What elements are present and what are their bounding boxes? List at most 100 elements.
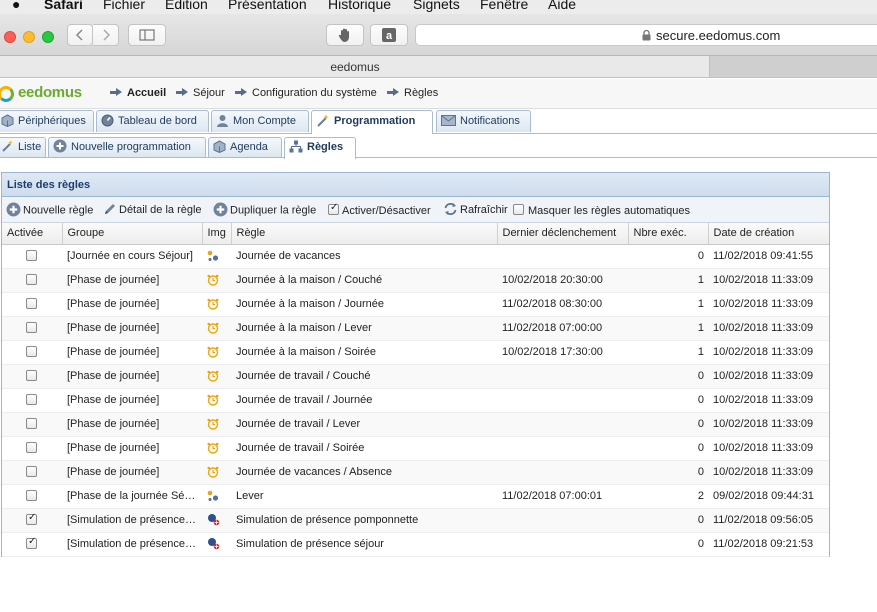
tab-tableau-de-bord[interactable]: Tableau de bord <box>96 110 209 132</box>
tab-programmation[interactable]: Programmation <box>311 110 433 134</box>
panel-title: Liste des règles <box>2 173 829 197</box>
tab-peripheriques[interactable]: Périphériques <box>0 110 94 132</box>
table-row[interactable]: [Phase de la journée Sé… Lever 11/02/2018 … <box>2 484 829 509</box>
menu-edition[interactable]: Edition <box>165 0 208 12</box>
subtab-liste[interactable]: Liste <box>0 137 46 157</box>
hide-auto-rules-toggle[interactable]: Masquer les règles automatiques <box>513 203 690 217</box>
duplicate-rule-button[interactable]: Dupliquer la règle <box>213 202 316 218</box>
img-cell <box>202 292 231 317</box>
menu-historique[interactable]: Historique <box>328 0 391 12</box>
active-checkbox[interactable] <box>26 394 37 405</box>
menu-fichier[interactable]: Fichier <box>103 0 145 12</box>
cubes-icon <box>1 114 14 127</box>
column-header-date-creation[interactable]: Date de création <box>708 223 829 245</box>
tab-notifications[interactable]: Notifications <box>436 110 531 132</box>
table-row[interactable]: [Phase de journée] Journée de travail / L… <box>2 412 829 437</box>
active-checkbox[interactable] <box>26 322 37 333</box>
menu-fenetre[interactable]: Fenêtre <box>480 0 528 12</box>
active-cell <box>2 268 62 293</box>
active-cell <box>2 364 62 389</box>
created-date-cell: 10/02/2018 11:33:09 <box>708 364 829 389</box>
active-checkbox[interactable] <box>26 442 37 453</box>
table-row[interactable]: [Phase de journée] Journée à la maison / … <box>2 268 829 293</box>
img-cell <box>202 388 231 413</box>
last-trigger-cell: 10/02/2018 20:30:00 <box>497 268 628 293</box>
table-row[interactable]: [Simulation de présence… Simulation de pr… <box>2 508 829 533</box>
img-cell <box>202 460 231 485</box>
rule-cell: Lever <box>231 484 497 509</box>
table-row[interactable]: [Phase de journée] Journée de travail / S… <box>2 436 829 461</box>
column-header-regle[interactable]: Règle <box>231 223 498 245</box>
group-cell: [Phase de journée] <box>62 316 202 341</box>
breadcrumb-regles[interactable]: Règles <box>387 87 438 99</box>
column-header-activee[interactable]: Activée <box>2 223 63 245</box>
breadcrumb-accueil[interactable]: Accueil <box>110 87 166 99</box>
activate-checkbox[interactable] <box>328 202 339 215</box>
subtab-agenda[interactable]: Agenda <box>208 137 282 157</box>
menu-signets[interactable]: Signets <box>413 0 460 12</box>
rule-detail-button[interactable]: Détail de la règle <box>103 203 202 217</box>
apple-icon[interactable]: ● <box>12 0 20 12</box>
menu-aide[interactable]: Aide <box>548 0 576 12</box>
macos-menubar: ● Safari Fichier Edition Présentation Hi… <box>0 0 877 14</box>
subtab-regles[interactable]: Règles <box>284 137 356 159</box>
active-checkbox[interactable] <box>26 274 37 285</box>
active-cell <box>2 340 62 365</box>
alarm-clock-icon <box>207 346 219 361</box>
active-checkbox[interactable] <box>26 370 37 381</box>
sidebar-toggle-button[interactable] <box>128 24 166 46</box>
exec-count-cell: 0 <box>628 364 708 389</box>
address-bar[interactable]: secure.eedomus.com <box>415 24 877 46</box>
minimize-window-button[interactable] <box>23 31 35 43</box>
subtab-nouvelle-programmation[interactable]: Nouvelle programmation <box>48 137 206 157</box>
new-rule-button[interactable]: Nouvelle règle <box>6 202 93 218</box>
hide-auto-checkbox[interactable] <box>513 204 524 215</box>
active-checkbox[interactable] <box>26 346 37 357</box>
menu-presentation[interactable]: Présentation <box>228 0 307 12</box>
table-row[interactable]: [Phase de journée] Journée de travail / J… <box>2 388 829 413</box>
browser-tab-title: eedomus <box>330 60 380 74</box>
table-row[interactable]: [Journée en cours Séjour] Journée de vaca… <box>2 244 829 269</box>
forward-button[interactable] <box>93 24 119 46</box>
active-cell <box>2 532 62 557</box>
last-trigger-cell <box>497 364 628 389</box>
active-checkbox[interactable] <box>26 490 37 501</box>
active-checkbox[interactable] <box>26 536 37 549</box>
table-row[interactable]: [Phase de journée] Journée de vacances / … <box>2 460 829 485</box>
table-row[interactable]: [Phase de journée] Journée à la maison / … <box>2 340 829 365</box>
column-header-groupe[interactable]: Groupe <box>62 223 203 245</box>
group-cell: [Simulation de présence… <box>62 508 202 533</box>
extension-button[interactable] <box>326 24 364 46</box>
column-header-nbre-exec[interactable]: Nbre exéc. <box>628 223 709 245</box>
column-header-img[interactable]: Img <box>202 223 232 245</box>
tab-mon-compte[interactable]: Mon Compte <box>211 110 309 132</box>
active-checkbox[interactable] <box>26 250 37 261</box>
close-window-button[interactable] <box>4 31 16 43</box>
amazon-extension-button[interactable]: a <box>370 24 408 46</box>
rule-cell: Journée de travail / Lever <box>231 412 497 437</box>
table-row[interactable]: [Phase de journée] Journée de travail / C… <box>2 364 829 389</box>
active-checkbox[interactable] <box>26 466 37 477</box>
plus-circle-icon <box>6 202 21 217</box>
rule-cell: Journée de travail / Soirée <box>231 436 497 461</box>
table-row[interactable]: [Simulation de présence… Simulation de pr… <box>2 532 829 557</box>
breadcrumb-sejour[interactable]: Séjour <box>176 87 225 99</box>
activate-toggle[interactable]: Activer/Désactiver <box>328 202 431 217</box>
img-cell <box>202 244 231 269</box>
breadcrumb-configuration[interactable]: Configuration du système <box>235 87 377 99</box>
table-row[interactable]: [Phase de journée] Journée à la maison / … <box>2 316 829 341</box>
img-cell <box>202 436 231 461</box>
zoom-window-button[interactable] <box>42 31 54 43</box>
group-cell: [Phase de journée] <box>62 292 202 317</box>
sidebar-icon <box>139 29 155 41</box>
active-checkbox[interactable] <box>26 512 37 525</box>
menu-safari[interactable]: Safari <box>44 0 83 12</box>
active-checkbox[interactable] <box>26 418 37 429</box>
last-trigger-cell: 10/02/2018 17:30:00 <box>497 340 628 365</box>
table-row[interactable]: [Phase de journée] Journée à la maison / … <box>2 292 829 317</box>
column-header-dernier-declenchement[interactable]: Dernier déclenchement <box>497 223 629 245</box>
img-cell <box>202 364 231 389</box>
back-button[interactable] <box>67 24 93 46</box>
active-checkbox[interactable] <box>26 298 37 309</box>
refresh-button[interactable]: Rafraîchir <box>443 203 508 217</box>
